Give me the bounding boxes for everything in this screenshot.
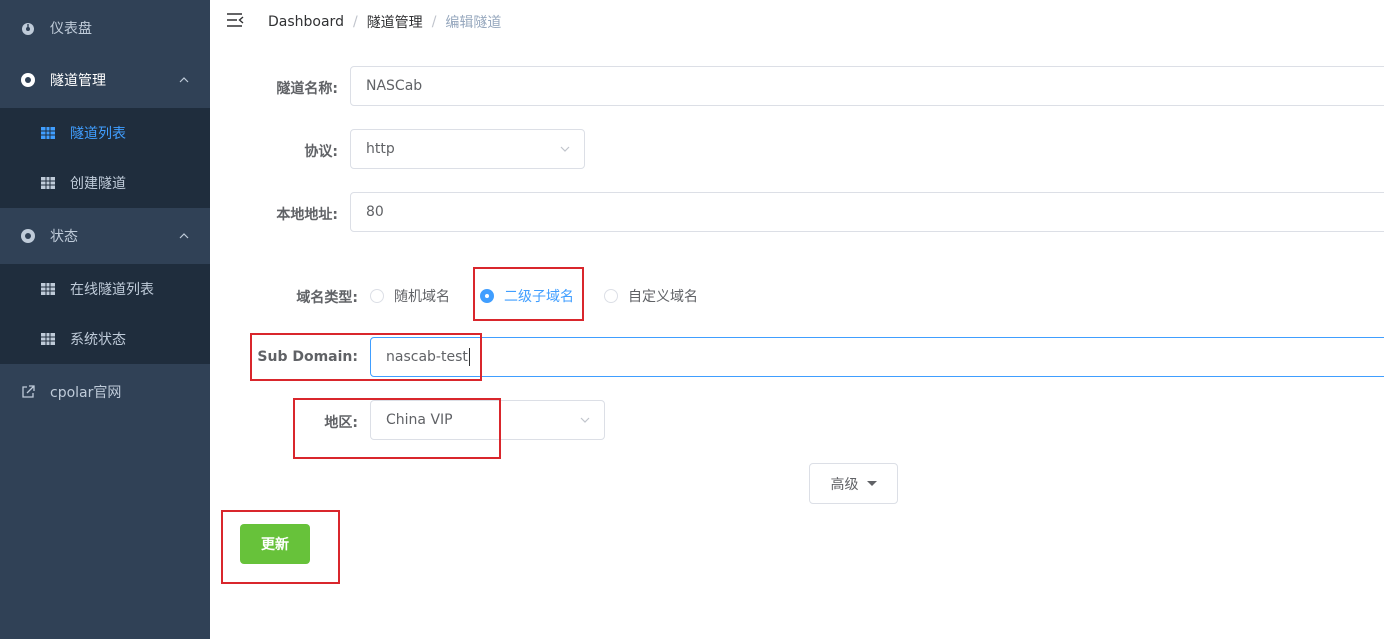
sidebar-item-status[interactable]: 状态: [0, 208, 210, 264]
tunnel-name-label: 隧道名称:: [276, 81, 338, 97]
hamburger-icon[interactable]: [226, 11, 246, 31]
sidebar-item-label: 在线隧道列表: [70, 282, 154, 298]
protocol-value: http: [366, 141, 395, 157]
domain-type-label: 域名类型:: [296, 290, 358, 306]
subdomain-value: nascab-test: [386, 349, 468, 365]
breadcrumb-separator: /: [431, 14, 437, 30]
status-icon: [20, 228, 36, 244]
sidebar-item-label: 隧道列表: [70, 126, 126, 142]
sidebar-item-tunnel-manage[interactable]: 隧道管理: [0, 52, 210, 108]
breadcrumb-dashboard[interactable]: Dashboard: [268, 14, 344, 30]
sidebar-item-label: 仪表盘: [50, 21, 92, 37]
tunnel-name-value: NASCab: [366, 78, 423, 94]
advanced-button[interactable]: 高级: [809, 463, 898, 504]
domain-type-radio-group: 随机域名 二级子域名 自定义域名: [370, 286, 728, 306]
radio-circle: [370, 289, 384, 303]
local-address-value: 80: [366, 204, 384, 220]
sidebar-item-cpolar-site[interactable]: cpolar官网: [0, 364, 210, 420]
caret-down-icon: [866, 481, 877, 486]
breadcrumb-edit-tunnel: 编辑隧道: [445, 15, 502, 31]
grid-icon: [40, 125, 56, 141]
update-button[interactable]: 更新: [240, 524, 310, 564]
region-value: China VIP: [386, 412, 453, 428]
region-label: 地区:: [324, 415, 358, 431]
radio-circle: [480, 289, 494, 303]
chevron-down-icon: [580, 417, 590, 423]
breadcrumb-separator: /: [352, 14, 358, 30]
grid-icon: [40, 331, 56, 347]
sidebar-item-online-tunnels[interactable]: 在线隧道列表: [0, 264, 210, 314]
protocol-label: 协议:: [304, 144, 338, 160]
radio-label: 随机域名: [394, 289, 450, 305]
chevron-up-icon: [179, 233, 189, 239]
sidebar-item-label: 系统状态: [70, 332, 126, 348]
radio-custom-domain[interactable]: 自定义域名: [604, 286, 698, 306]
local-address-label: 本地地址:: [276, 207, 338, 223]
radio-random-domain[interactable]: 随机域名: [370, 286, 450, 306]
grid-icon: [40, 175, 56, 191]
radio-subdomain[interactable]: 二级子域名: [480, 286, 574, 306]
tunnel-name-input[interactable]: NASCab: [350, 66, 1384, 106]
region-select[interactable]: China VIP: [370, 400, 605, 440]
sidebar-item-tunnel-list[interactable]: 隧道列表: [0, 108, 210, 158]
radio-circle: [604, 289, 618, 303]
advanced-label: 高级: [830, 476, 859, 493]
breadcrumb: Dashboard / 隧道管理 / 编辑隧道: [268, 12, 501, 32]
breadcrumb-tunnel-manage[interactable]: 隧道管理: [367, 12, 423, 32]
tunnel-manage-icon: [20, 72, 36, 88]
external-link-icon: [20, 384, 36, 400]
sidebar-item-label: 隧道管理: [50, 73, 106, 89]
sidebar: 仪表盘 隧道管理 隧道列表 创建隧道 状态 在线隧道列表 系统状态 cpolar…: [0, 0, 210, 639]
sidebar-item-dashboard[interactable]: 仪表盘: [0, 0, 210, 56]
text-cursor: [468, 348, 470, 366]
radio-label: 自定义域名: [628, 289, 698, 305]
grid-icon: [40, 281, 56, 297]
sidebar-item-system-status[interactable]: 系统状态: [0, 314, 210, 364]
local-address-input[interactable]: 80: [350, 192, 1384, 232]
subdomain-input[interactable]: nascab-test: [370, 337, 1384, 377]
sidebar-item-label: cpolar官网: [50, 385, 122, 401]
chevron-up-icon: [179, 77, 189, 83]
sidebar-item-label: 创建隧道: [70, 176, 126, 192]
sidebar-item-label: 状态: [50, 229, 78, 245]
navbar: Dashboard / 隧道管理 / 编辑隧道: [210, 0, 1384, 42]
dashboard-icon: [20, 20, 36, 36]
sidebar-item-create-tunnel[interactable]: 创建隧道: [0, 158, 210, 208]
subdomain-label: Sub Domain:: [257, 349, 358, 365]
chevron-down-icon: [560, 146, 570, 152]
radio-label: 二级子域名: [504, 289, 574, 305]
protocol-select[interactable]: http: [350, 129, 585, 169]
